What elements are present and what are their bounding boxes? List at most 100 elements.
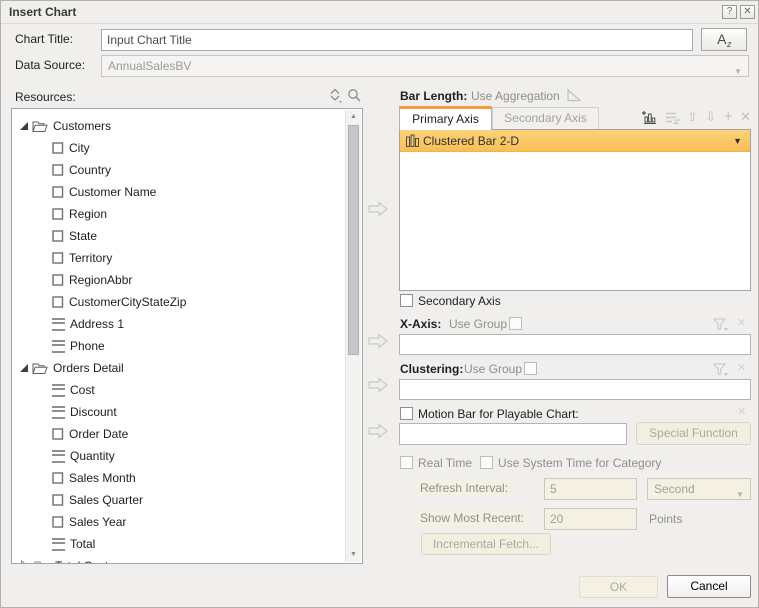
tree-item-region[interactable]: Region xyxy=(12,203,346,225)
transfer-arrow-icon xyxy=(367,332,389,350)
axis-list-toolbar: ⇧ ⇩ + ✕ xyxy=(641,109,751,125)
x-axis-input[interactable] xyxy=(399,334,751,355)
detail-field-icon xyxy=(52,450,65,463)
tree-item-label: City xyxy=(69,141,90,155)
tree-item-sales-year[interactable]: Sales Year xyxy=(12,511,346,533)
folder-icon xyxy=(34,560,50,565)
tree-item-label: Country xyxy=(69,163,111,177)
incremental-fetch-button[interactable]: Incremental Fetch... xyxy=(421,533,551,555)
tree-item-regionabbr[interactable]: RegionAbbr xyxy=(12,269,346,291)
motion-bar-label: Motion Bar for Playable Chart: xyxy=(418,407,579,421)
detail-field-icon xyxy=(52,318,65,331)
edit-list-icon[interactable] xyxy=(665,111,680,124)
field-icon xyxy=(52,164,64,176)
clear-icon: ✕ xyxy=(737,405,746,418)
expand-toggle-icon[interactable] xyxy=(20,122,28,130)
tab-secondary-axis[interactable]: Secondary Axis xyxy=(492,107,599,129)
close-icon[interactable]: ✕ xyxy=(740,5,755,19)
tree-item-orders-detail[interactable]: Orders Detail xyxy=(12,357,346,379)
tree-item-discount[interactable]: Discount xyxy=(12,401,346,423)
tree-item-label: Phone xyxy=(70,339,105,353)
transfer-arrow-icon xyxy=(367,200,389,218)
tree-item-label: Territory xyxy=(69,251,112,265)
tree-item-label: Sales Year xyxy=(69,515,126,529)
remove-icon[interactable]: ✕ xyxy=(740,110,751,124)
field-icon xyxy=(52,142,64,154)
refresh-interval-input xyxy=(544,478,637,500)
chart-title-label: Chart Title: xyxy=(15,32,73,46)
add-icon[interactable]: + xyxy=(724,110,733,124)
insert-chart-dialog: Insert Chart ? ✕ Chart Title: Az Data So… xyxy=(0,0,759,608)
refresh-interval-label: Refresh Interval: xyxy=(417,480,511,496)
x-axis-use-group-label: Use Group xyxy=(449,317,507,331)
add-chart-type-icon[interactable] xyxy=(641,110,657,125)
scroll-up-icon[interactable]: ▲ xyxy=(346,110,361,124)
chart-title-input[interactable] xyxy=(101,29,693,51)
real-time-checkbox[interactable] xyxy=(400,456,413,469)
tree-item-total[interactable]: Total xyxy=(12,533,346,555)
motion-bar-input[interactable] xyxy=(399,423,627,445)
points-label: Points xyxy=(649,512,682,526)
scrollbar-thumb[interactable] xyxy=(348,125,359,355)
chevron-down-icon[interactable]: ▼ xyxy=(733,136,742,146)
tree-item-cost[interactable]: Cost xyxy=(12,379,346,401)
move-down-icon[interactable]: ⇩ xyxy=(705,110,716,124)
data-source-combo: AnnualSalesBV ▼ xyxy=(101,55,749,77)
sort-icon[interactable] xyxy=(329,88,342,103)
collapse-toggle-icon[interactable] xyxy=(20,560,30,564)
ok-button[interactable]: OK xyxy=(579,576,658,598)
tree-item-address-1[interactable]: Address 1 xyxy=(12,313,346,335)
field-icon xyxy=(52,296,64,308)
tab-primary-axis[interactable]: Primary Axis xyxy=(399,106,492,130)
move-up-icon[interactable]: ⇧ xyxy=(687,110,698,124)
tree-item-customers[interactable]: Customers xyxy=(12,115,346,137)
field-icon xyxy=(52,252,64,264)
chart-type-list: Clustered Bar 2-D ▼ xyxy=(399,129,751,291)
use-system-time-label: Use System Time for Category xyxy=(498,456,661,470)
x-axis-label: X-Axis: xyxy=(400,317,441,331)
tree-item-customercitystatezip[interactable]: CustomerCityStateZip xyxy=(12,291,346,313)
tree-item-quantity[interactable]: Quantity xyxy=(12,445,346,467)
special-function-button[interactable]: Special Function xyxy=(636,422,751,445)
tree-item-sales-quarter[interactable]: Sales Quarter xyxy=(12,489,346,511)
tree-item-country[interactable]: Country xyxy=(12,159,346,181)
tree-item-label: Discount xyxy=(70,405,117,419)
field-icon xyxy=(52,186,64,198)
field-icon xyxy=(52,208,64,220)
tree-scrollbar[interactable]: ▲ ▼ xyxy=(345,110,361,562)
filter-icon xyxy=(713,318,729,332)
cancel-button[interactable]: Cancel xyxy=(667,575,751,598)
use-system-time-checkbox[interactable] xyxy=(480,456,493,469)
search-icon[interactable] xyxy=(347,88,362,103)
motion-bar-checkbox[interactable] xyxy=(400,407,413,420)
secondary-axis-checkbox[interactable] xyxy=(400,294,413,307)
tree-item-territory[interactable]: Territory xyxy=(12,247,346,269)
field-icon xyxy=(52,428,64,440)
help-icon[interactable]: ? xyxy=(722,5,737,19)
tree-item-label: Customer Name xyxy=(69,185,156,199)
secondary-axis-label: Secondary Axis xyxy=(418,294,501,308)
tree-item-customer-name[interactable]: Customer Name xyxy=(12,181,346,203)
x-axis-use-group-checkbox[interactable] xyxy=(509,317,522,330)
tree-item-sales-month[interactable]: Sales Month xyxy=(12,467,346,489)
field-icon xyxy=(52,472,64,484)
tree-item-total-cost[interactable]: Total Cost xyxy=(12,555,346,564)
tree-item-label: Address 1 xyxy=(70,317,124,331)
font-style-button[interactable]: Az xyxy=(701,28,747,51)
chevron-down-icon: ▼ xyxy=(736,485,744,505)
font-style-sub: z xyxy=(727,39,733,49)
tree-item-order-date[interactable]: Order Date xyxy=(12,423,346,445)
expand-toggle-icon[interactable] xyxy=(20,364,28,372)
clear-icon: ✕ xyxy=(737,316,746,329)
field-icon xyxy=(52,494,64,506)
chart-type-selected-row[interactable]: Clustered Bar 2-D ▼ xyxy=(400,130,750,152)
tree-item-label: State xyxy=(69,229,97,243)
clustering-use-group-checkbox[interactable] xyxy=(524,362,537,375)
refresh-unit-dropdown: Second ▼ xyxy=(647,478,751,500)
show-most-recent-label: Show Most Recent: xyxy=(417,510,527,526)
tree-item-city[interactable]: City xyxy=(12,137,346,159)
tree-item-state[interactable]: State xyxy=(12,225,346,247)
scroll-down-icon[interactable]: ▼ xyxy=(346,548,361,562)
clustering-input[interactable] xyxy=(399,379,751,400)
tree-item-phone[interactable]: Phone xyxy=(12,335,346,357)
